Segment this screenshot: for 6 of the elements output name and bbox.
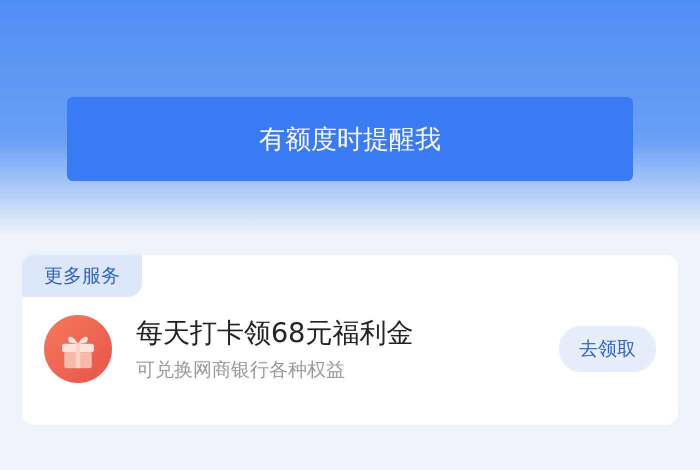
remind-button[interactable]: 有额度时提醒我 <box>67 97 633 181</box>
gift-icon <box>44 315 112 383</box>
section-tag: 更多服务 <box>22 255 142 297</box>
service-title: 每天打卡领68元福利金 <box>136 317 414 351</box>
claim-button[interactable]: 去领取 <box>559 326 656 372</box>
service-subtitle: 可兑换网商银行各种权益 <box>136 358 346 383</box>
